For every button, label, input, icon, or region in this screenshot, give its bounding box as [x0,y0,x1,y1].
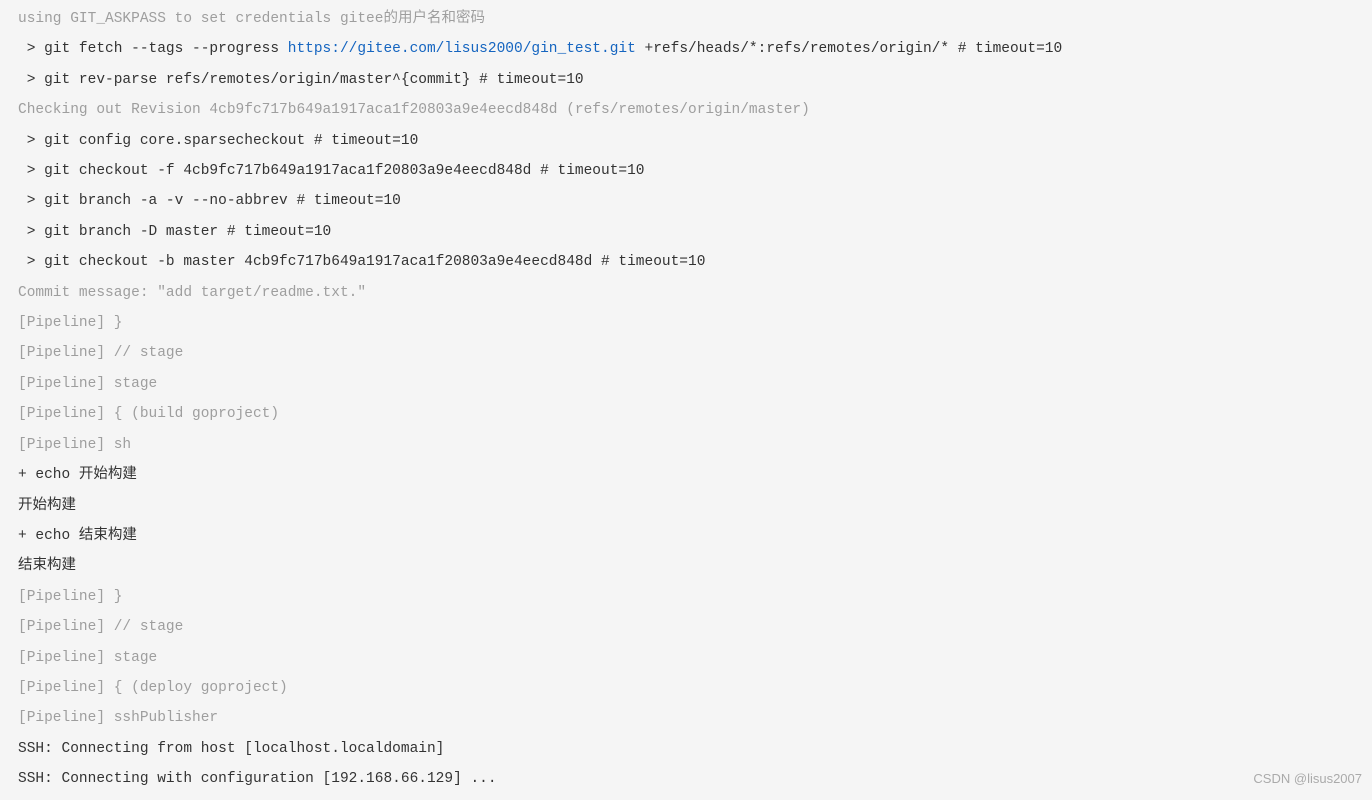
log-text: > git checkout -b master 4cb9fc717b649a1… [18,254,705,270]
log-line: > git fetch --tags --progress https://gi… [18,34,1354,64]
log-text: 开始构建 [18,498,76,514]
console-output: using GIT_ASKPASS to set credentials git… [18,4,1354,795]
log-line: SSH: Connecting with configuration [192.… [18,764,1354,794]
log-line: Commit message: "add target/readme.txt." [18,278,1354,308]
log-line: [Pipeline] { (deploy goproject) [18,673,1354,703]
log-text: SSH: Connecting with configuration [192.… [18,771,497,787]
log-line: [Pipeline] stage [18,369,1354,399]
log-text: > git checkout -f 4cb9fc717b649a1917aca1… [18,163,645,179]
log-line: [Pipeline] } [18,582,1354,612]
log-line: [Pipeline] } [18,308,1354,338]
log-text: + echo 开始构建 [18,467,137,483]
log-line: SSH: Connecting from host [localhost.loc… [18,734,1354,764]
log-text: [Pipeline] sshPublisher [18,710,218,726]
log-line: + echo 结束构建 [18,521,1354,551]
log-line: 结束构建 [18,551,1354,581]
log-line: [Pipeline] { (build goproject) [18,399,1354,429]
log-text: [Pipeline] sh [18,437,131,453]
log-line: > git config core.sparsecheckout # timeo… [18,126,1354,156]
log-text: [Pipeline] } [18,589,122,605]
log-text: [Pipeline] stage [18,376,157,392]
log-line: using GIT_ASKPASS to set credentials git… [18,4,1354,34]
log-text: SSH: Connecting from host [localhost.loc… [18,741,444,757]
log-text: 结束构建 [18,558,76,574]
log-text: + echo 结束构建 [18,528,137,544]
log-text: [Pipeline] { (build goproject) [18,406,279,422]
log-line: > git checkout -f 4cb9fc717b649a1917aca1… [18,156,1354,186]
log-line: [Pipeline] stage [18,643,1354,673]
log-text: Commit message: "add target/readme.txt." [18,285,366,301]
log-line: > git branch -a -v --no-abbrev # timeout… [18,186,1354,216]
log-text: +refs/heads/*:refs/remotes/origin/* # ti… [636,41,1062,57]
log-text: [Pipeline] } [18,315,122,331]
log-text: > git branch -a -v --no-abbrev # timeout… [18,193,401,209]
log-line: 开始构建 [18,491,1354,521]
log-text: [Pipeline] // stage [18,345,183,361]
log-line: Checking out Revision 4cb9fc717b649a1917… [18,95,1354,125]
log-line: [Pipeline] sshPublisher [18,703,1354,733]
log-line: [Pipeline] // stage [18,338,1354,368]
log-line: [Pipeline] // stage [18,612,1354,642]
log-line: [Pipeline] sh [18,430,1354,460]
repo-url-link[interactable]: https://gitee.com/lisus2000/gin_test.git [288,41,636,57]
log-text: Checking out Revision 4cb9fc717b649a1917… [18,102,810,118]
log-line: > git rev-parse refs/remotes/origin/mast… [18,65,1354,95]
log-text: > git rev-parse refs/remotes/origin/mast… [18,72,584,88]
log-text: [Pipeline] { (deploy goproject) [18,680,288,696]
log-line: + echo 开始构建 [18,460,1354,490]
watermark: CSDN @lisus2007 [1253,764,1362,794]
log-text: > git config core.sparsecheckout # timeo… [18,133,418,149]
log-line: > git checkout -b master 4cb9fc717b649a1… [18,247,1354,277]
log-text: > git branch -D master # timeout=10 [18,224,331,240]
log-text: > git fetch --tags --progress [18,41,288,57]
log-text: [Pipeline] stage [18,650,157,666]
log-text: [Pipeline] // stage [18,619,183,635]
log-text: using GIT_ASKPASS to set credentials git… [18,11,485,27]
log-line: > git branch -D master # timeout=10 [18,217,1354,247]
